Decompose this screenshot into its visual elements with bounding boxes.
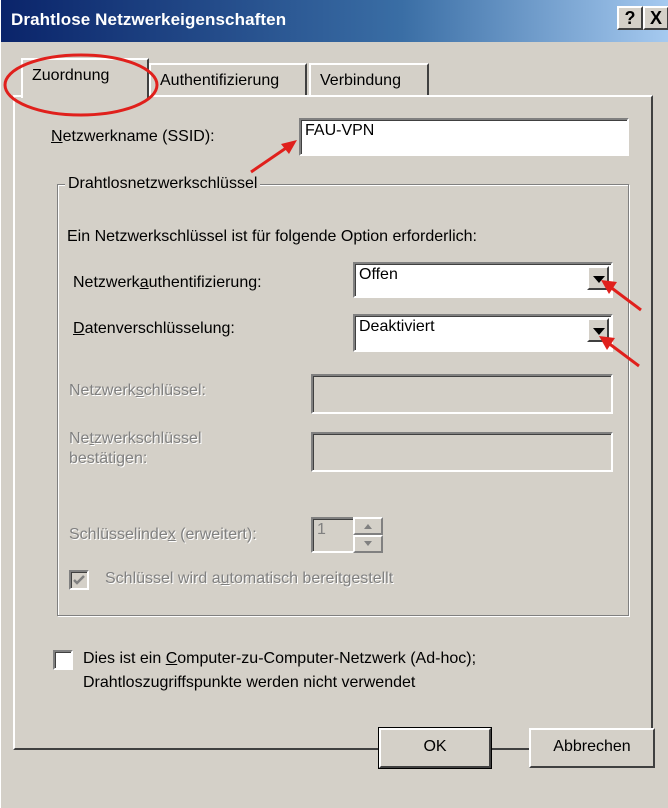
tab-zuordnung-label: Zuordnung — [32, 67, 110, 84]
encryption-select[interactable]: Deaktiviert — [353, 314, 613, 352]
help-button[interactable]: ? — [617, 6, 643, 30]
ssid-value: FAU-VPN — [305, 122, 375, 139]
auto-key-checkbox[interactable] — [69, 570, 89, 590]
encryption-selected-value: Deaktiviert — [359, 318, 435, 335]
tab-authentifizierung[interactable]: Authentifizierung — [149, 63, 307, 97]
ok-button[interactable]: OK — [378, 727, 492, 769]
spinner-up-arrow-icon[interactable] — [353, 517, 383, 535]
close-button[interactable]: X — [643, 6, 668, 30]
key-index-spinner[interactable] — [353, 517, 383, 553]
auth-dropdown-arrow-icon[interactable] — [587, 266, 609, 290]
checkmark-icon — [73, 575, 85, 585]
network-key-input[interactable] — [311, 374, 613, 414]
encryption-dropdown-arrow-icon[interactable] — [587, 318, 609, 342]
adhoc-label-line2: Drahtloszugriffspunkte werden nicht verw… — [83, 674, 416, 691]
spinner-down-arrow-icon[interactable] — [353, 535, 383, 553]
tab-authentifizierung-label: Authentifizierung — [160, 72, 280, 89]
tab-verbindung[interactable]: Verbindung — [309, 63, 429, 97]
key-required-info: Ein Netzwerkschlüssel ist für folgende O… — [67, 228, 477, 245]
auth-selected-value: Offen — [359, 266, 398, 283]
key-index-input[interactable]: 1 — [311, 517, 355, 553]
key-index-label: Schlüsselindex (erweitert): — [69, 526, 257, 543]
confirm-key-input[interactable] — [311, 432, 613, 472]
confirm-key-label-line2: bestätigen: — [69, 450, 148, 467]
dialog-title: Drahtlose Netzwerkeigenschaften — [11, 10, 287, 29]
confirm-key-label-line1: Netzwerkschlüssel — [69, 430, 202, 447]
network-key-group-legend: Drahtlosnetzwerkschlüssel — [65, 175, 261, 193]
auto-key-label: Schlüssel wird automatisch bereitgestell… — [105, 570, 394, 587]
ssid-label: Netzwerkname (SSID): — [51, 128, 215, 145]
adhoc-checkbox[interactable] — [53, 650, 73, 670]
tab-zuordnung[interactable]: Zuordnung — [21, 58, 149, 98]
title-bar[interactable]: Drahtlose Netzwerkeigenschaften ? X — [1, 0, 668, 42]
network-key-label: Netzwerkschlüssel: — [69, 382, 206, 399]
ssid-input[interactable]: FAU-VPN — [299, 118, 629, 156]
tab-verbindung-label: Verbindung — [320, 72, 401, 89]
key-index-value: 1 — [317, 521, 326, 538]
encryption-label: Datenverschlüsselung: — [73, 320, 235, 337]
auth-label: Netzwerkauthentifizierung: — [73, 274, 262, 291]
auth-select[interactable]: Offen — [353, 262, 613, 298]
wireless-network-properties-dialog: Drahtlose Netzwerkeigenschaften ? X Zuor… — [0, 0, 668, 808]
adhoc-label-line1: Dies ist ein Computer-zu-Computer-Netzwe… — [83, 650, 477, 667]
cancel-button[interactable]: Abbrechen — [529, 728, 655, 768]
